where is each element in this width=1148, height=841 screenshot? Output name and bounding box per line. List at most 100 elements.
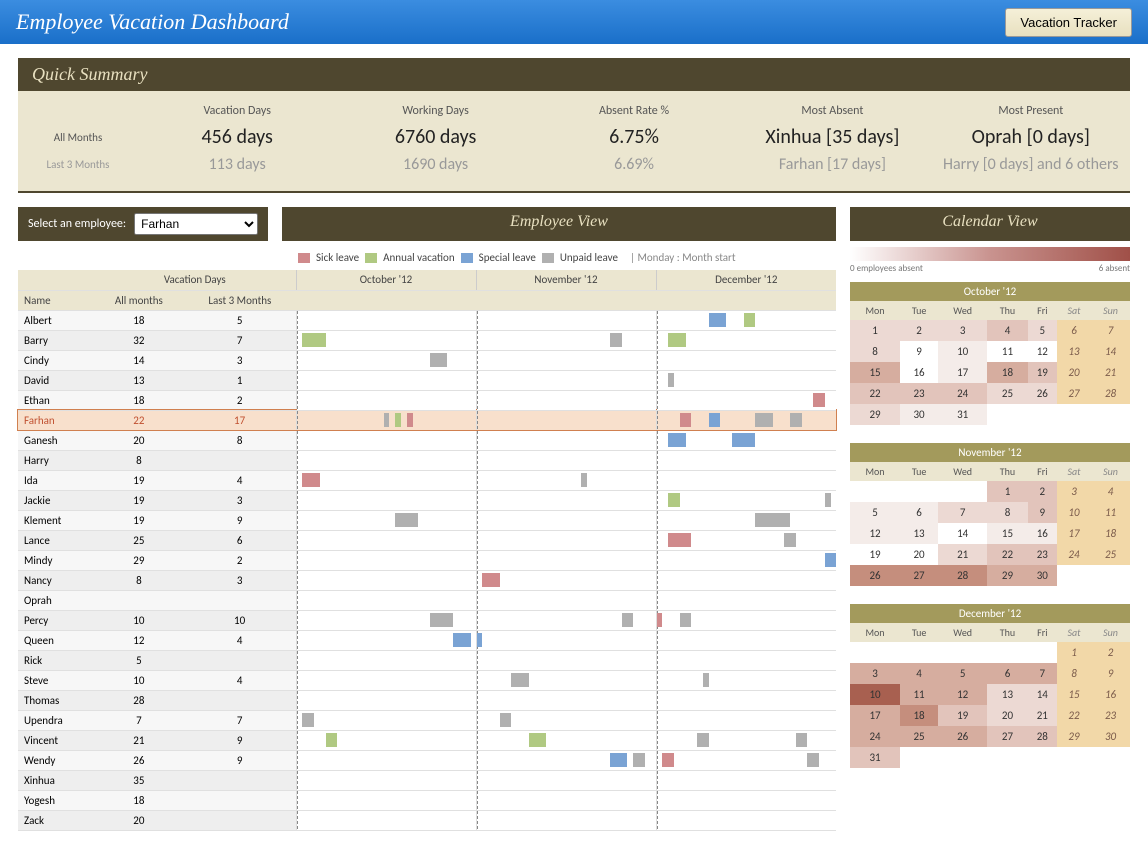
cal-day[interactable]: 10 — [1057, 502, 1091, 523]
table-row[interactable]: Harry8 — [18, 450, 836, 470]
table-row[interactable]: Zack20 — [18, 810, 836, 830]
cal-day[interactable]: 12 — [850, 523, 900, 544]
cal-day[interactable]: 30 — [900, 404, 938, 425]
cal-day[interactable]: 23 — [900, 383, 938, 404]
table-row[interactable]: Rick5 — [18, 650, 836, 670]
cal-day[interactable]: 6 — [900, 502, 938, 523]
table-row[interactable]: Vincent219 — [18, 730, 836, 750]
cal-day[interactable]: 5 — [938, 663, 987, 684]
cal-day[interactable]: 12 — [1028, 341, 1057, 362]
table-row[interactable]: Steve104 — [18, 670, 836, 690]
cal-day[interactable]: 1 — [987, 481, 1027, 502]
cal-day[interactable]: 16 — [1028, 523, 1057, 544]
cal-day[interactable]: 4 — [900, 663, 938, 684]
cal-day[interactable]: 5 — [850, 502, 900, 523]
cal-day[interactable]: 26 — [1028, 383, 1057, 404]
table-row[interactable]: Xinhua35 — [18, 770, 836, 790]
cal-day[interactable]: 17 — [938, 362, 987, 383]
table-row[interactable]: Queen124 — [18, 630, 836, 650]
cal-day[interactable]: 15 — [850, 362, 900, 383]
cal-day[interactable]: 23 — [1028, 544, 1057, 565]
cal-day[interactable]: 20 — [987, 705, 1027, 726]
table-row[interactable]: Albert185 — [18, 310, 836, 330]
cal-day[interactable]: 20 — [1057, 362, 1091, 383]
cal-day[interactable]: 10 — [938, 341, 987, 362]
cal-day[interactable]: 8 — [1057, 663, 1091, 684]
cal-day[interactable]: 14 — [1028, 684, 1057, 705]
cal-day[interactable]: 18 — [987, 362, 1027, 383]
table-row[interactable]: Percy1010 — [18, 610, 836, 630]
cal-day[interactable]: 6 — [1057, 320, 1091, 341]
cal-day[interactable]: 11 — [1091, 502, 1130, 523]
cal-day[interactable]: 29 — [987, 565, 1027, 586]
cal-day[interactable]: 15 — [1057, 684, 1091, 705]
table-row[interactable]: Lance256 — [18, 530, 836, 550]
cal-day[interactable]: 20 — [900, 544, 938, 565]
cal-day[interactable]: 27 — [900, 565, 938, 586]
cal-day[interactable]: 3 — [938, 320, 987, 341]
vacation-tracker-button[interactable]: Vacation Tracker — [1005, 8, 1132, 37]
cal-day[interactable]: 22 — [1057, 705, 1091, 726]
table-row[interactable]: Jackie193 — [18, 490, 836, 510]
cal-day[interactable]: 4 — [987, 320, 1027, 341]
cal-day[interactable]: 5 — [1028, 320, 1057, 341]
cal-day[interactable]: 13 — [987, 684, 1027, 705]
cal-day[interactable]: 19 — [1028, 362, 1057, 383]
table-row[interactable]: Farhan2217 — [18, 410, 836, 430]
cal-day[interactable]: 25 — [987, 383, 1027, 404]
cal-day[interactable]: 13 — [1057, 341, 1091, 362]
cal-day[interactable]: 31 — [938, 404, 987, 425]
cal-day[interactable]: 2 — [1028, 481, 1057, 502]
cal-day[interactable]: 2 — [900, 320, 938, 341]
cal-day[interactable]: 1 — [1057, 642, 1091, 663]
cal-day[interactable]: 6 — [987, 663, 1027, 684]
cal-day[interactable]: 22 — [850, 383, 900, 404]
table-row[interactable]: Mindy292 — [18, 550, 836, 570]
table-row[interactable]: Klement199 — [18, 510, 836, 530]
cal-day[interactable]: 21 — [1028, 705, 1057, 726]
cal-day[interactable]: 24 — [938, 383, 987, 404]
cal-day[interactable]: 26 — [850, 565, 900, 586]
cal-day[interactable]: 9 — [900, 341, 938, 362]
cal-day[interactable]: 18 — [900, 705, 938, 726]
cal-day[interactable]: 25 — [900, 726, 938, 747]
cal-day[interactable]: 3 — [850, 663, 900, 684]
cal-day[interactable]: 29 — [850, 404, 900, 425]
cal-day[interactable]: 30 — [1028, 565, 1057, 586]
cal-day[interactable]: 24 — [1057, 544, 1091, 565]
cal-day[interactable]: 17 — [850, 705, 900, 726]
cal-day[interactable]: 31 — [850, 747, 900, 768]
cal-day[interactable]: 13 — [900, 523, 938, 544]
table-row[interactable]: Upendra77 — [18, 710, 836, 730]
cal-day[interactable]: 22 — [987, 544, 1027, 565]
cal-day[interactable]: 11 — [900, 684, 938, 705]
cal-day[interactable]: 3 — [1057, 481, 1091, 502]
table-row[interactable]: Wendy269 — [18, 750, 836, 770]
cal-day[interactable]: 27 — [987, 726, 1027, 747]
employee-select[interactable]: AlbertBarryCindyDavidEthanFarhanGaneshHa… — [134, 213, 258, 235]
cal-day[interactable]: 30 — [1091, 726, 1130, 747]
cal-day[interactable]: 10 — [850, 684, 900, 705]
cal-day[interactable]: 12 — [938, 684, 987, 705]
cal-day[interactable]: 16 — [900, 362, 938, 383]
cal-day[interactable]: 15 — [987, 523, 1027, 544]
cal-day[interactable]: 19 — [938, 705, 987, 726]
cal-day[interactable]: 9 — [1028, 502, 1057, 523]
cal-day[interactable]: 2 — [1091, 642, 1130, 663]
cal-day[interactable]: 21 — [938, 544, 987, 565]
cal-day[interactable]: 24 — [850, 726, 900, 747]
cal-day[interactable]: 11 — [987, 341, 1027, 362]
cal-day[interactable]: 28 — [1091, 383, 1130, 404]
table-row[interactable]: Nancy83 — [18, 570, 836, 590]
cal-day[interactable]: 9 — [1091, 663, 1130, 684]
cal-day[interactable]: 26 — [938, 726, 987, 747]
cal-day[interactable]: 1 — [850, 320, 900, 341]
cal-day[interactable]: 19 — [850, 544, 900, 565]
table-row[interactable]: Thomas28 — [18, 690, 836, 710]
cal-day[interactable]: 27 — [1057, 383, 1091, 404]
table-row[interactable]: Ethan182 — [18, 390, 836, 410]
cal-day[interactable]: 21 — [1091, 362, 1130, 383]
cal-day[interactable]: 28 — [938, 565, 987, 586]
cal-day[interactable]: 7 — [938, 502, 987, 523]
cal-day[interactable]: 7 — [1091, 320, 1130, 341]
